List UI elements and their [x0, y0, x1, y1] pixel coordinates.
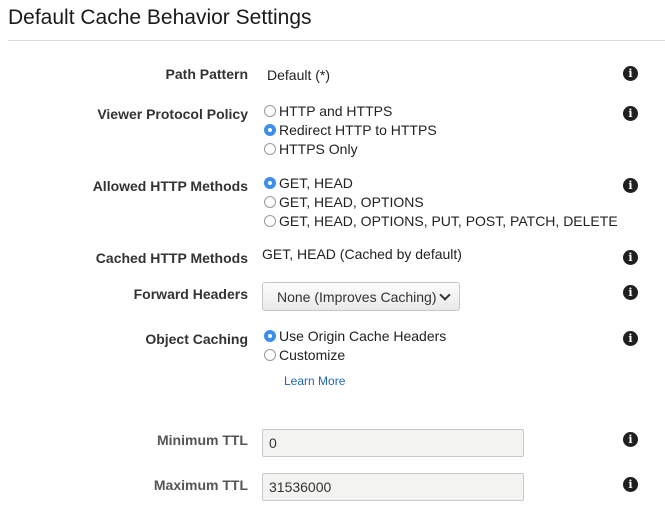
allowed-methods-option-label: GET, HEAD, OPTIONS, PUT, POST, PATCH, DE… [279, 213, 618, 229]
radio-button-selected-icon[interactable] [264, 124, 276, 136]
object-caching-option-label: Use Origin Cache Headers [279, 328, 447, 344]
cached-methods-info-icon[interactable]: i [623, 250, 638, 265]
learn-more-link[interactable]: Learn More [284, 374, 345, 388]
radio-button-selected-icon[interactable] [264, 330, 276, 342]
object-caching-option-origin-headers[interactable]: Use Origin Cache Headers [264, 327, 446, 345]
object-caching-option-customize[interactable]: Customize [264, 346, 345, 364]
forward-headers-select[interactable]: None (Improves Caching) [262, 282, 460, 311]
object-caching-info-icon[interactable]: i [623, 331, 638, 346]
radio-button-icon[interactable] [264, 196, 276, 208]
page-title: Default Cache Behavior Settings [8, 6, 312, 29]
path-pattern-value: Default (*) [267, 67, 331, 83]
allowed-http-methods-label: Allowed HTTP Methods [92, 178, 248, 194]
path-pattern-info-icon[interactable]: i [623, 66, 638, 81]
allowed-methods-info-icon[interactable]: i [623, 178, 638, 193]
forward-headers-info-icon[interactable]: i [623, 285, 638, 300]
allowed-methods-option-label: GET, HEAD, OPTIONS [279, 194, 424, 210]
title-divider [8, 40, 665, 41]
viewer-protocol-option-https-only[interactable]: HTTPS Only [264, 140, 358, 158]
object-caching-label: Object Caching [145, 331, 248, 347]
minimum-ttl-input[interactable] [262, 429, 524, 457]
viewer-protocol-option-label: HTTPS Only [279, 141, 358, 157]
forward-headers-selected-value: None (Improves Caching) [277, 288, 437, 305]
radio-button-icon[interactable] [264, 349, 276, 361]
maximum-ttl-info-icon[interactable]: i [623, 477, 638, 492]
radio-button-icon[interactable] [264, 105, 276, 117]
allowed-methods-option-get-head-options[interactable]: GET, HEAD, OPTIONS [264, 193, 424, 211]
cached-http-methods-value: GET, HEAD (Cached by default) [262, 246, 462, 262]
radio-button-icon[interactable] [264, 143, 276, 155]
allowed-methods-option-all[interactable]: GET, HEAD, OPTIONS, PUT, POST, PATCH, DE… [264, 212, 618, 230]
viewer-protocol-policy-label: Viewer Protocol Policy [97, 106, 248, 122]
cached-http-methods-label: Cached HTTP Methods [95, 250, 248, 266]
minimum-ttl-info-icon[interactable]: i [623, 432, 638, 447]
path-pattern-label: Path Pattern [165, 66, 248, 82]
viewer-protocol-option-label: HTTP and HTTPS [279, 103, 393, 119]
allowed-methods-option-label: GET, HEAD [279, 175, 353, 191]
maximum-ttl-input[interactable] [262, 473, 524, 501]
object-caching-option-label: Customize [279, 347, 346, 363]
chevron-down-icon [439, 289, 451, 301]
viewer-protocol-info-icon[interactable]: i [623, 106, 638, 121]
allowed-methods-option-get-head[interactable]: GET, HEAD [264, 174, 353, 192]
viewer-protocol-option-http-and-https[interactable]: HTTP and HTTPS [264, 102, 392, 120]
radio-button-icon[interactable] [264, 215, 276, 227]
radio-button-selected-icon[interactable] [264, 177, 276, 189]
viewer-protocol-option-label: Redirect HTTP to HTTPS [279, 122, 437, 138]
forward-headers-label: Forward Headers [133, 286, 248, 302]
minimum-ttl-label: Minimum TTL [157, 432, 248, 448]
maximum-ttl-label: Maximum TTL [153, 477, 248, 493]
viewer-protocol-option-redirect[interactable]: Redirect HTTP to HTTPS [264, 121, 437, 139]
